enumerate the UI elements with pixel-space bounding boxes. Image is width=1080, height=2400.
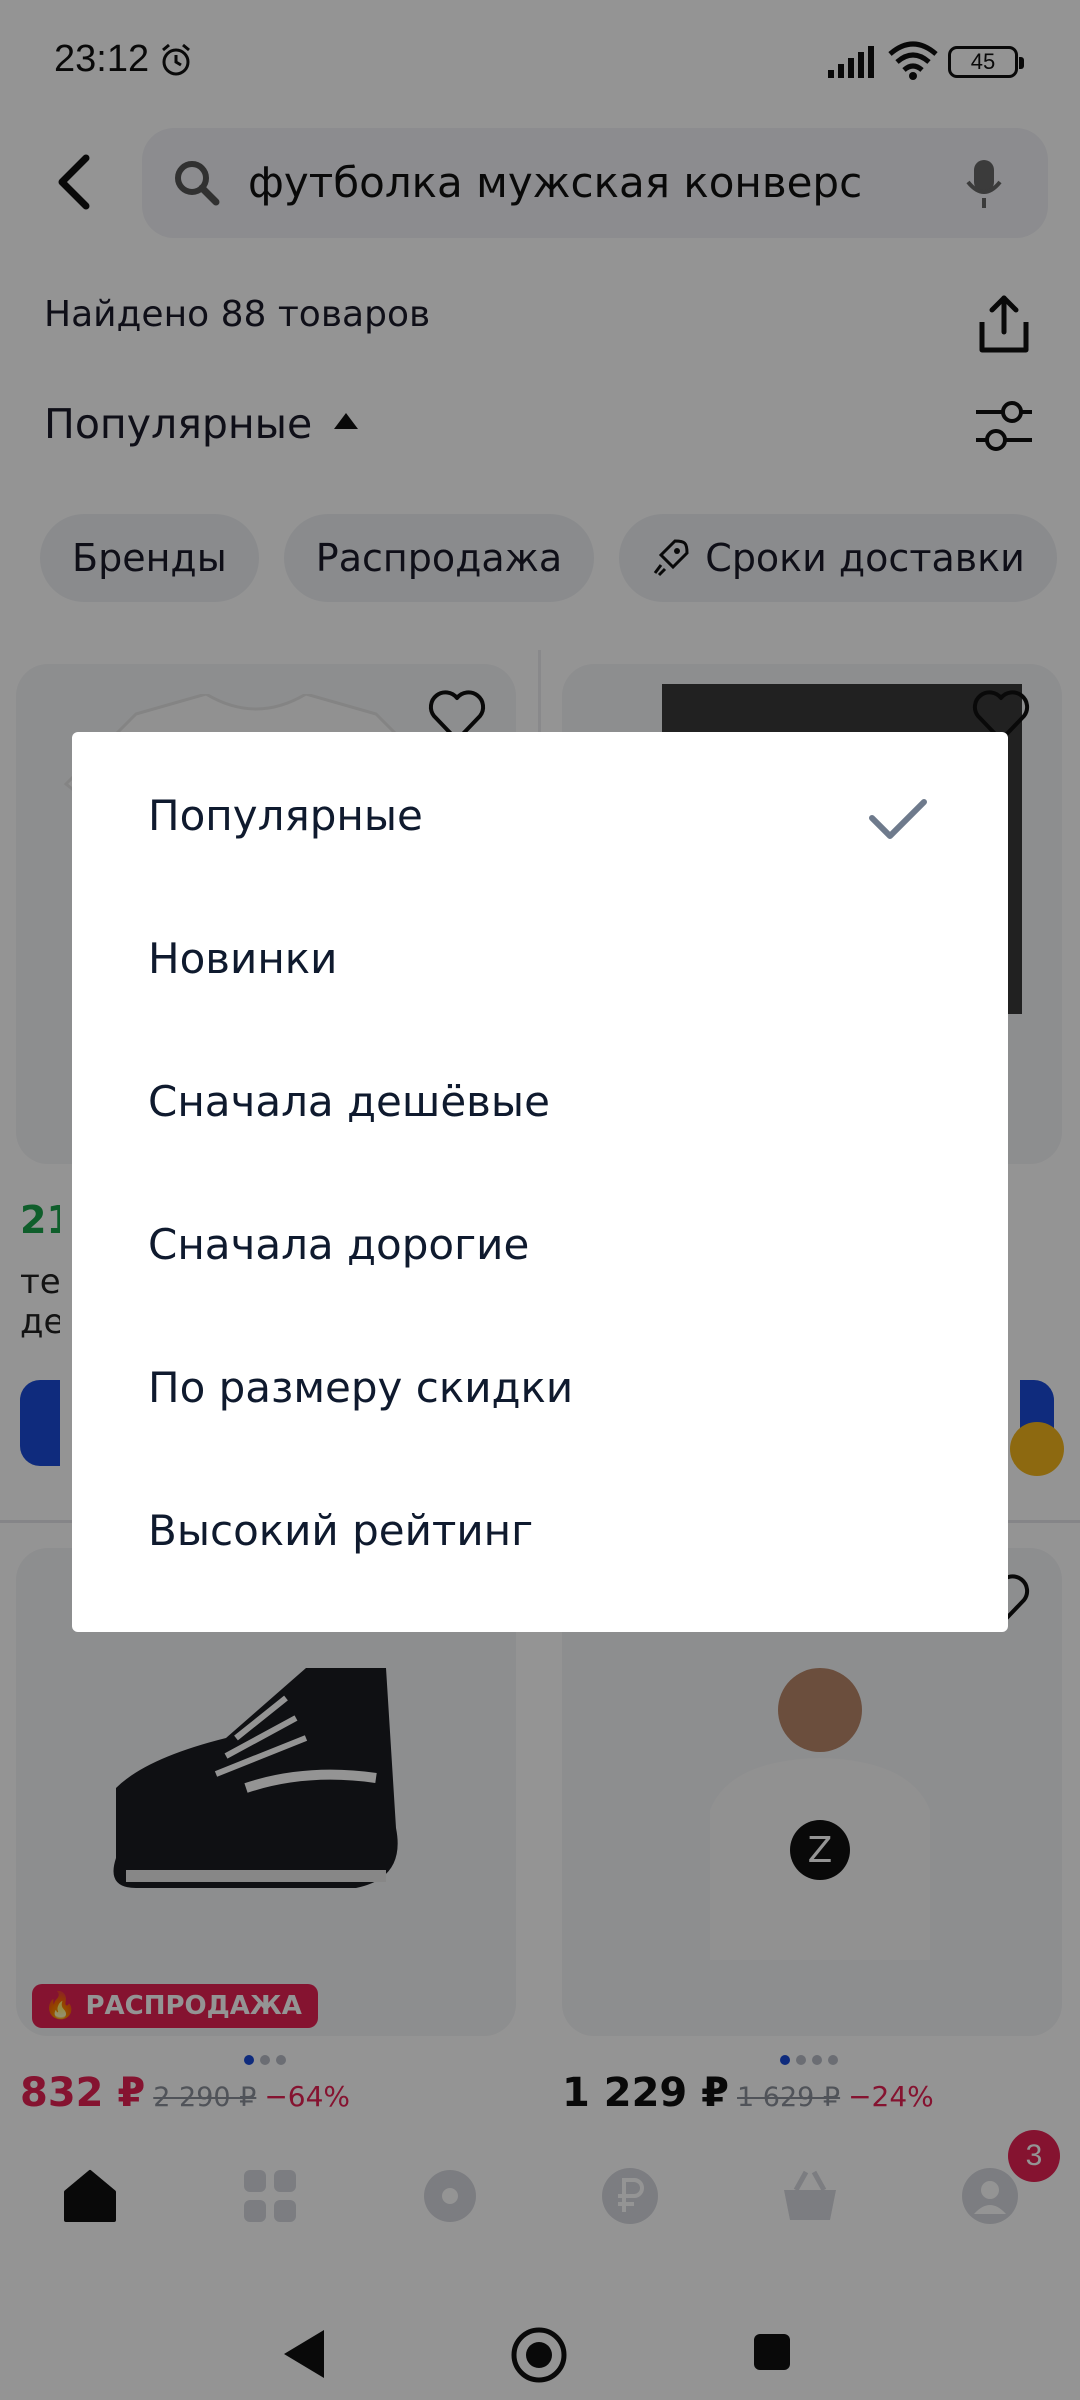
screen: 23:12 45 футболка мужская конверс Найден… (0, 0, 1080, 2400)
sort-option-new[interactable]: Новинки (148, 909, 948, 1009)
sort-option-expensive-first[interactable]: Сначала дорогие (148, 1195, 948, 1295)
checkmark-icon (869, 799, 927, 839)
sort-option-popular[interactable]: Популярные (148, 766, 948, 866)
sort-option-cheap-first[interactable]: Сначала дешёвые (148, 1052, 948, 1152)
sort-option-rating[interactable]: Высокий рейтинг (148, 1481, 948, 1581)
sort-dialog: Популярные Новинки Сначала дешёвые Снача… (72, 732, 1008, 1632)
sort-option-discount[interactable]: По размеру скидки (148, 1338, 948, 1438)
